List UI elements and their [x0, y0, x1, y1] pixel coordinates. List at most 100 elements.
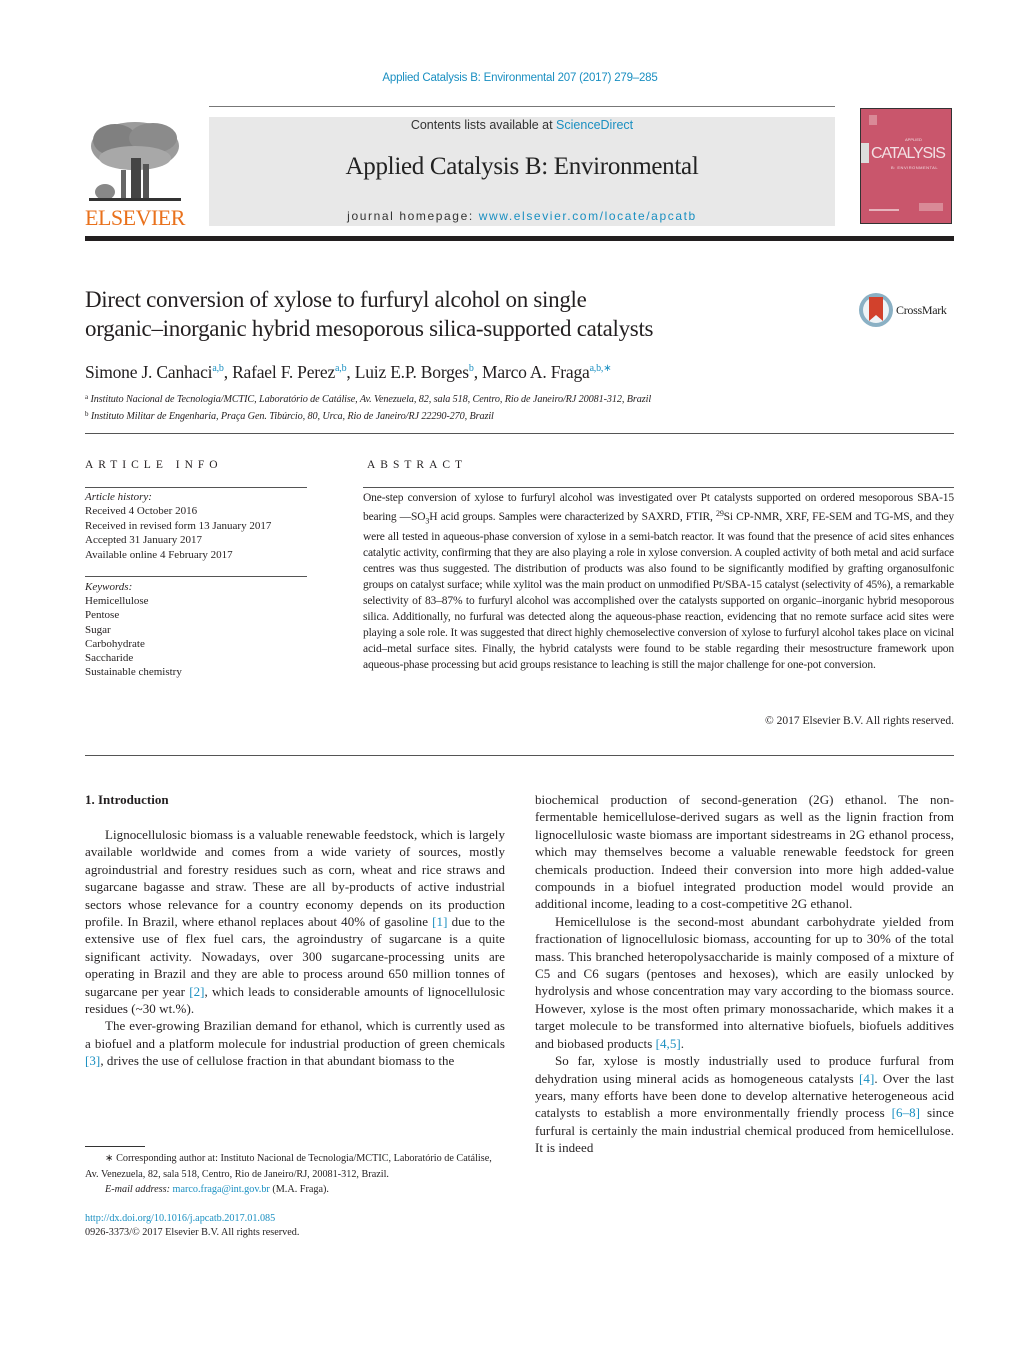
abstract-segment: Si CP-NMR, XRF, FE-SEM and TG-MS, and th… — [363, 511, 954, 672]
divider — [85, 433, 954, 434]
author-4[interactable]: Marco A. Fragaa,b,∗ — [482, 362, 612, 382]
divider — [85, 487, 307, 488]
affiliation-text: Instituto Nacional de Tecnologia/MCTIC, … — [90, 394, 652, 405]
email-line: E-mail address: marco.fraga@int.gov.br (… — [85, 1182, 505, 1198]
paragraph: The ever-growing Brazilian demand for et… — [85, 1017, 505, 1069]
corresponding-text: Corresponding author at: Instituto Nacio… — [85, 1153, 492, 1180]
history-item: Received in revised form 13 January 2017 — [85, 519, 272, 532]
journal-homepage-line: journal homepage: www.elsevier.com/locat… — [209, 208, 835, 224]
author-affiliation-marks[interactable]: a,b — [212, 363, 224, 374]
citation-link[interactable]: [4,5] — [656, 1036, 681, 1051]
footnote-rule — [85, 1146, 145, 1147]
text-segment: The ever-growing Brazilian demand for et… — [85, 1018, 505, 1051]
author-2[interactable]: Rafael F. Pereza,b — [232, 362, 347, 382]
elsevier-wordmark: ELSEVIER — [85, 205, 185, 230]
body-column-left: Lignocellulosic biomass is a valuable re… — [85, 826, 505, 1070]
citation-link[interactable]: [4] — [859, 1071, 874, 1086]
cover-title: CATALYSIS — [871, 145, 946, 162]
article-title-line-1: Direct conversion of xylose to furfuryl … — [85, 287, 587, 312]
journal-title: Applied Catalysis B: Environmental — [345, 153, 699, 180]
journal-homepage-link[interactable]: www.elsevier.com/locate/apcatb — [479, 209, 697, 223]
article-history: Article history: Received 4 October 2016… — [85, 490, 315, 562]
section-heading-introduction: 1. Introduction — [85, 792, 169, 807]
author-affiliation-marks[interactable]: a,b,∗ — [590, 363, 612, 374]
cover-logo-mark — [869, 115, 877, 125]
affiliation-a: a Instituto Nacional de Tecnologia/MCTIC… — [85, 390, 955, 407]
cover-footer-line — [869, 209, 899, 211]
author-name: Marco A. Fraga — [482, 362, 590, 382]
author-separator: , — [346, 362, 355, 382]
author-name: Simone J. Canhaci — [85, 362, 213, 382]
author-name: Rafael F. Perez — [232, 362, 336, 382]
email-suffix: (M.A. Fraga). — [269, 1184, 329, 1195]
contents-available-line: Contents lists available at ScienceDirec… — [209, 117, 835, 133]
crossmark-label: CrossMark — [896, 303, 947, 317]
author-1[interactable]: Simone J. Canhacia,b — [85, 362, 224, 382]
author-affiliation-marks[interactable]: a,b — [335, 363, 347, 374]
citation-link[interactable]: [3] — [85, 1053, 100, 1068]
author-separator: , — [473, 362, 483, 382]
divider — [85, 755, 954, 756]
history-item: Available online 4 February 2017 — [85, 548, 233, 561]
keyword: Sustainable chemistry — [85, 666, 182, 679]
text-segment: . — [680, 1035, 685, 1051]
abstract-segment: H acid groups. Samples were characterize… — [429, 511, 716, 523]
text-segment: Hemicellulose is the second-most abundan… — [535, 913, 954, 1051]
divider — [363, 487, 954, 488]
doi-link[interactable]: http://dx.doi.org/10.1016/j.apcatb.2017.… — [85, 1213, 275, 1224]
article-info-heading: ARTICLE INFO — [85, 459, 223, 471]
history-item: Accepted 31 January 2017 — [85, 534, 202, 547]
author-3[interactable]: Luiz E.P. Borgesb — [355, 362, 474, 382]
issn-line: 0926-3373/© 2017 Elsevier B.V. All right… — [85, 1227, 300, 1238]
keyword: Pentose — [85, 609, 120, 622]
header-top-rule — [209, 106, 835, 107]
sciencedirect-link[interactable]: ScienceDirect — [556, 118, 633, 132]
author-separator: , — [223, 362, 233, 382]
author-list: Simone J. Canhacia,b, Rafael F. Pereza,b… — [85, 357, 955, 384]
affiliation-b: b Instituto Militar de Engenharia, Praça… — [85, 407, 955, 424]
article-title-line-2: organic–inorganic hybrid mesoporous sili… — [85, 316, 654, 341]
article-title: Direct conversion of xylose to furfuryl … — [85, 285, 825, 343]
crossmark-icon — [859, 293, 893, 327]
abstract-heading: ABSTRACT — [367, 459, 468, 471]
affiliation-text: Instituto Militar de Engenharia, Praça G… — [90, 411, 494, 422]
keyword: Saccharide — [85, 652, 134, 665]
corresponding-author-note: ∗ Corresponding author at: Instituto Nac… — [85, 1151, 505, 1182]
elsevier-tree-icon — [85, 118, 185, 206]
superscript: 29 — [715, 509, 724, 518]
journal-reference-link[interactable]: Applied Catalysis B: Environmental 207 (… — [0, 72, 1020, 84]
citation-link[interactable]: [6–8] — [892, 1105, 920, 1120]
author-name: Luiz E.P. Borges — [354, 362, 469, 382]
cover-small-text: APPLIED — [905, 137, 922, 142]
crossmark-button[interactable]: CrossMark — [858, 291, 958, 331]
elsevier-logo[interactable]: ELSEVIER — [85, 118, 185, 230]
abstract-text: One-step conversion of xylose to furfury… — [363, 490, 954, 673]
journal-banner: Contents lists available at ScienceDirec… — [209, 117, 835, 226]
doi-block: http://dx.doi.org/10.1016/j.apcatb.2017.… — [85, 1212, 505, 1240]
citation-link[interactable]: [1] — [432, 914, 447, 929]
keyword: Carbohydrate — [85, 637, 145, 650]
text-segment: , drives the use of cellulose fraction i… — [100, 1053, 455, 1069]
divider — [85, 576, 307, 577]
keyword: Sugar — [85, 623, 111, 636]
email-link[interactable]: marco.fraga@int.gov.br — [173, 1184, 270, 1195]
homepage-prefix: journal homepage: — [347, 209, 479, 223]
keyword: Hemicellulose — [85, 595, 149, 608]
abstract-copyright: © 2017 Elsevier B.V. All rights reserved… — [765, 715, 954, 727]
cover-accent-block — [861, 143, 869, 163]
journal-cover-thumbnail[interactable]: APPLIED CATALYSIS B: ENVIRONMENTAL — [860, 108, 952, 224]
header-thick-rule — [85, 236, 954, 241]
paragraph: Lignocellulosic biomass is a valuable re… — [85, 826, 505, 1017]
affiliation-mark: b — [85, 410, 89, 418]
paragraph: So far, xylose is mostly industrially us… — [535, 1052, 954, 1156]
article-history-label: Article history: — [85, 491, 152, 503]
citation-link[interactable]: [2] — [189, 984, 204, 999]
footnote-star: ∗ — [105, 1153, 114, 1164]
contents-prefix: Contents lists available at — [410, 118, 557, 132]
history-item: Received 4 October 2016 — [85, 505, 198, 518]
keywords-label: Keywords: — [85, 581, 133, 593]
footnote: ∗ Corresponding author at: Instituto Nac… — [85, 1151, 505, 1198]
affiliations: a Instituto Nacional de Tecnologia/MCTIC… — [85, 390, 955, 424]
email-label: E-mail address: — [105, 1184, 173, 1195]
paragraph: biochemical production of second-generat… — [535, 792, 954, 912]
